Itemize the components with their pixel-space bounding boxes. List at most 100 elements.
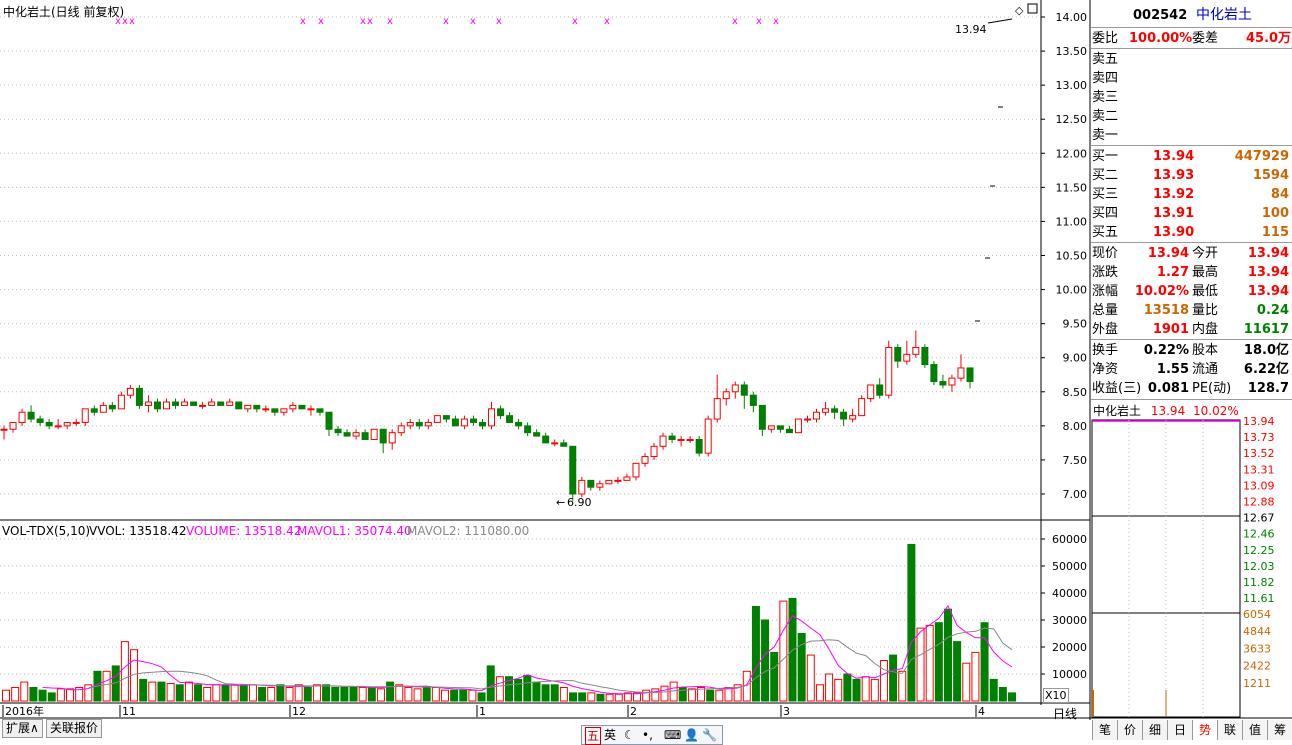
- buy-row[interactable]: 买四 13.91 100: [1091, 204, 1292, 223]
- candle[interactable]: [966, 367, 974, 389]
- candle[interactable]: [849, 408, 857, 423]
- candle[interactable]: [226, 398, 234, 406]
- candle[interactable]: [397, 422, 405, 437]
- candle[interactable]: [776, 425, 784, 433]
- side-tab-0[interactable]: 笔: [1092, 720, 1117, 740]
- candle[interactable]: [433, 415, 441, 423]
- candle[interactable]: [858, 395, 866, 417]
- candle[interactable]: [704, 415, 712, 457]
- candle[interactable]: [668, 432, 676, 443]
- vol-indicator-label[interactable]: VOL-TDX(5,10): [2, 524, 90, 538]
- candle[interactable]: [767, 425, 775, 433]
- ime-user-icon[interactable]: 👤: [684, 727, 699, 743]
- candle[interactable]: [99, 402, 107, 413]
- candle[interactable]: [117, 391, 125, 410]
- candle[interactable]: [813, 408, 821, 423]
- candle[interactable]: [108, 402, 116, 413]
- candle[interactable]: [199, 402, 207, 409]
- candle[interactable]: [190, 401, 198, 406]
- candle[interactable]: [569, 445, 577, 501]
- candle[interactable]: [81, 408, 89, 426]
- ime-english-icon[interactable]: 英: [604, 727, 616, 743]
- candle[interactable]: [415, 419, 423, 430]
- candle[interactable]: [803, 415, 811, 423]
- candle[interactable]: [632, 462, 640, 481]
- candle[interactable]: [280, 408, 288, 416]
- candle[interactable]: [894, 344, 902, 368]
- event-marker[interactable]: x: [773, 16, 779, 27]
- candle[interactable]: [406, 419, 414, 430]
- ime-toolbar[interactable]: 五 英 ☾ •, ⌨ 👤 🔧: [581, 725, 723, 745]
- candle[interactable]: [352, 429, 360, 440]
- candle[interactable]: [578, 476, 586, 498]
- ime-dot-icon[interactable]: •,: [642, 727, 653, 743]
- sell-row[interactable]: 卖一: [1091, 126, 1292, 145]
- candle[interactable]: [442, 415, 450, 423]
- candle[interactable]: [478, 419, 486, 430]
- candle[interactable]: [325, 411, 333, 437]
- candle[interactable]: [181, 398, 189, 406]
- candle[interactable]: [912, 330, 920, 358]
- diamond-icon[interactable]: ◇: [1015, 4, 1024, 17]
- candle[interactable]: [379, 428, 387, 454]
- event-marker[interactable]: x: [300, 16, 306, 27]
- event-marker[interactable]: x: [360, 16, 366, 27]
- candle[interactable]: [235, 401, 243, 410]
- event-marker[interactable]: x: [604, 16, 610, 27]
- candle[interactable]: [542, 432, 550, 444]
- candle[interactable]: [90, 405, 98, 416]
- candle[interactable]: [163, 398, 171, 410]
- candle[interactable]: [217, 401, 225, 406]
- candle[interactable]: [126, 384, 134, 399]
- side-tab-7[interactable]: 筹: [1267, 720, 1292, 740]
- side-tab-5[interactable]: 联: [1217, 720, 1242, 740]
- candle[interactable]: [515, 419, 523, 430]
- candle[interactable]: [831, 405, 839, 420]
- candle[interactable]: [370, 428, 378, 440]
- candle[interactable]: [262, 405, 270, 413]
- candle[interactable]: [876, 378, 884, 399]
- candle[interactable]: [731, 381, 739, 399]
- ime-wrench-icon[interactable]: 🔧: [702, 727, 717, 743]
- candle[interactable]: [144, 395, 152, 413]
- sell-row[interactable]: 卖五: [1091, 50, 1292, 69]
- candle[interactable]: [27, 405, 35, 423]
- candle[interactable]: [424, 419, 432, 430]
- candle[interactable]: [930, 361, 938, 385]
- event-marker[interactable]: x: [387, 16, 393, 27]
- sell-row[interactable]: 卖二: [1091, 107, 1292, 126]
- candle[interactable]: [343, 429, 351, 437]
- candle[interactable]: [63, 421, 71, 430]
- candle[interactable]: [460, 415, 468, 430]
- candle[interactable]: [307, 405, 315, 416]
- buy-row[interactable]: 买一 13.94 447929: [1091, 147, 1292, 166]
- candle[interactable]: [45, 419, 53, 430]
- candle[interactable]: [208, 398, 216, 406]
- candle[interactable]: [560, 439, 568, 447]
- event-marker[interactable]: x: [732, 16, 738, 27]
- expand-tab[interactable]: 扩展∧: [2, 719, 43, 738]
- candle[interactable]: [596, 480, 604, 491]
- candle[interactable]: [0, 425, 8, 440]
- candle[interactable]: [822, 402, 830, 416]
- period-label[interactable]: 日线: [1053, 705, 1077, 722]
- candle[interactable]: [497, 405, 505, 420]
- candle[interactable]: [758, 404, 766, 437]
- event-marker[interactable]: x: [756, 16, 762, 27]
- event-marker[interactable]: x: [572, 16, 578, 27]
- candle[interactable]: [334, 425, 342, 437]
- side-tab-1[interactable]: 价: [1117, 720, 1142, 740]
- candle[interactable]: [686, 436, 694, 443]
- candle[interactable]: [677, 436, 685, 447]
- candle[interactable]: [316, 408, 324, 416]
- candle[interactable]: [921, 344, 929, 368]
- candle[interactable]: [506, 412, 514, 423]
- event-marker[interactable]: x: [443, 16, 449, 27]
- candle[interactable]: [695, 436, 703, 457]
- candle[interactable]: [551, 439, 559, 447]
- ime-moon-icon[interactable]: ☾: [624, 727, 635, 743]
- candle[interactable]: [54, 419, 62, 430]
- candle[interactable]: [903, 340, 911, 365]
- ime-keyboard-icon[interactable]: ⌨: [664, 727, 681, 743]
- sell-row[interactable]: 卖三: [1091, 88, 1292, 107]
